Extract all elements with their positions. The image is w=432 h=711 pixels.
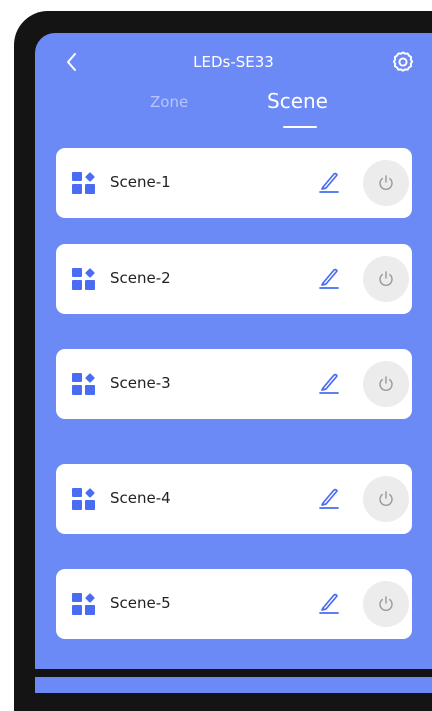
scene-grid-icon [72, 373, 95, 395]
scene-grid-icon [72, 488, 95, 510]
gear-icon [392, 51, 414, 72]
scene-card-5[interactable]: Scene-5 [56, 569, 412, 639]
phone-bottom-edge [18, 669, 432, 677]
scene-grid-icon [72, 593, 95, 615]
scene-card-2[interactable]: Scene-2 [56, 244, 412, 314]
active-tab-indicator [283, 126, 317, 128]
tab-scene[interactable]: Scene [267, 89, 328, 113]
edit-button[interactable] [318, 266, 340, 290]
power-icon [379, 491, 393, 506]
edit-button[interactable] [318, 371, 340, 395]
scene-grid-icon [72, 172, 95, 194]
power-icon [379, 376, 393, 391]
pencil-icon [319, 593, 339, 614]
edit-button[interactable] [318, 170, 340, 194]
power-button[interactable] [363, 160, 409, 206]
edit-button[interactable] [318, 486, 340, 510]
scene-card-1[interactable]: Scene-1 [56, 148, 412, 218]
pencil-icon [319, 488, 339, 509]
scene-card-3[interactable]: Scene-3 [56, 349, 412, 419]
power-icon [379, 596, 393, 611]
power-button[interactable] [363, 256, 409, 302]
scene-name: Scene-3 [110, 374, 171, 392]
scene-name: Scene-1 [110, 173, 171, 191]
power-icon [379, 175, 393, 190]
scene-card-4[interactable]: Scene-4 [56, 464, 412, 534]
edit-button[interactable] [318, 591, 340, 615]
settings-button[interactable] [390, 49, 416, 75]
pencil-icon [319, 373, 339, 394]
pencil-icon [319, 268, 339, 289]
app-screen: LEDs-SE33 Zone Scene Scene-1 Scene-2 Sce… [35, 33, 432, 693]
tab-zone[interactable]: Zone [150, 93, 188, 111]
scene-name: Scene-5 [110, 594, 171, 612]
page-title: LEDs-SE33 [193, 53, 274, 71]
pencil-icon [319, 172, 339, 193]
scene-name: Scene-2 [110, 269, 171, 287]
power-button[interactable] [363, 361, 409, 407]
power-icon [379, 271, 393, 286]
power-button[interactable] [363, 476, 409, 522]
scene-name: Scene-4 [110, 489, 171, 507]
scene-grid-icon [72, 268, 95, 290]
power-button[interactable] [363, 581, 409, 627]
top-bar: LEDs-SE33 Zone Scene [35, 33, 432, 133]
